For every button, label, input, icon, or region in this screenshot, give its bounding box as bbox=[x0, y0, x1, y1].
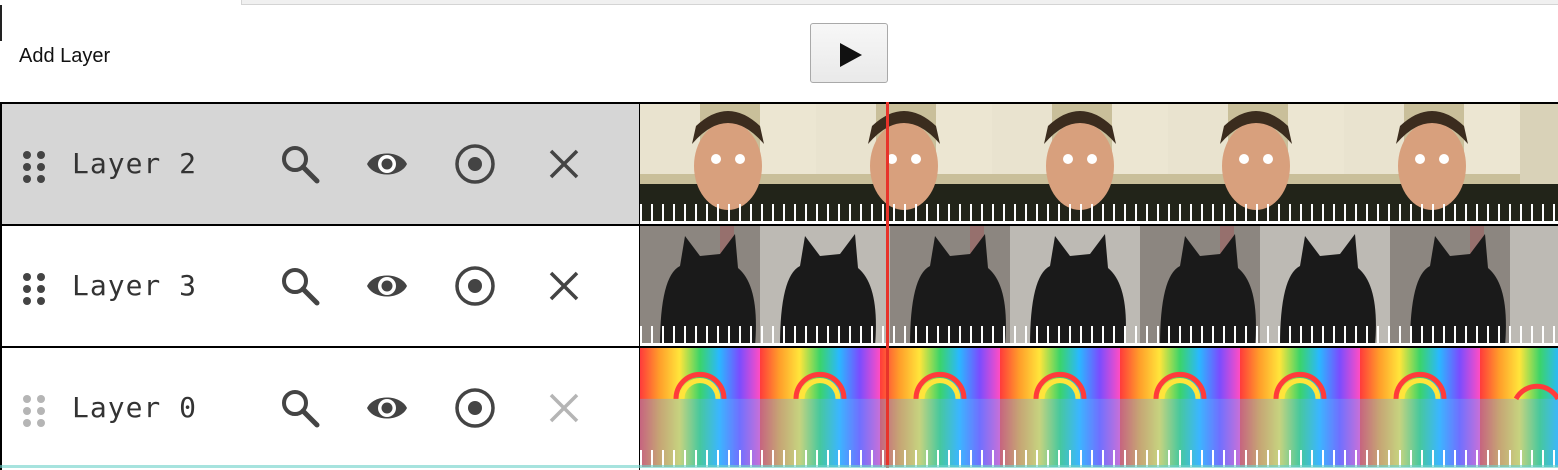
close-icon[interactable] bbox=[543, 143, 585, 185]
frame-ticks bbox=[640, 326, 1558, 346]
layer-controls: Layer 3 bbox=[0, 226, 640, 346]
layer-controls: Layer 2 bbox=[0, 104, 640, 224]
target-icon[interactable] bbox=[454, 387, 496, 429]
play-button[interactable] bbox=[810, 23, 888, 83]
layer-thumbnail-strip[interactable] bbox=[640, 226, 1558, 346]
drag-handle-icon[interactable] bbox=[22, 149, 46, 185]
layer-name: Layer 0 bbox=[72, 391, 198, 424]
target-icon[interactable] bbox=[454, 265, 496, 307]
layer-name: Layer 2 bbox=[72, 147, 198, 180]
layer-row[interactable]: Layer 2 bbox=[0, 102, 1558, 224]
toolbar: Add Layer bbox=[0, 5, 1558, 102]
close-icon[interactable] bbox=[543, 265, 585, 307]
search-icon[interactable] bbox=[279, 143, 321, 185]
search-icon[interactable] bbox=[279, 387, 321, 429]
target-icon[interactable] bbox=[454, 143, 496, 185]
eye-icon[interactable] bbox=[366, 265, 408, 307]
layer-thumbnail-strip[interactable] bbox=[640, 104, 1558, 224]
eye-icon[interactable] bbox=[366, 143, 408, 185]
drag-handle-icon[interactable] bbox=[22, 393, 46, 429]
layer-row[interactable]: Layer 0 bbox=[0, 346, 1558, 470]
search-icon[interactable] bbox=[279, 265, 321, 307]
play-icon bbox=[840, 43, 862, 67]
layer-thumbnail-strip[interactable] bbox=[640, 348, 1558, 470]
close-icon bbox=[549, 393, 579, 423]
layer-row[interactable]: Layer 3 bbox=[0, 224, 1558, 346]
layer-controls: Layer 0 bbox=[0, 348, 640, 470]
playhead[interactable] bbox=[886, 102, 889, 468]
frame-ticks bbox=[640, 204, 1558, 224]
layer-list: Layer 2 Layer 3 Layer 0 bbox=[0, 102, 1558, 470]
layer-name: Layer 3 bbox=[72, 269, 198, 302]
eye-icon[interactable] bbox=[366, 387, 408, 429]
drag-handle-icon[interactable] bbox=[22, 271, 46, 307]
add-layer-button[interactable]: Add Layer bbox=[19, 45, 110, 68]
